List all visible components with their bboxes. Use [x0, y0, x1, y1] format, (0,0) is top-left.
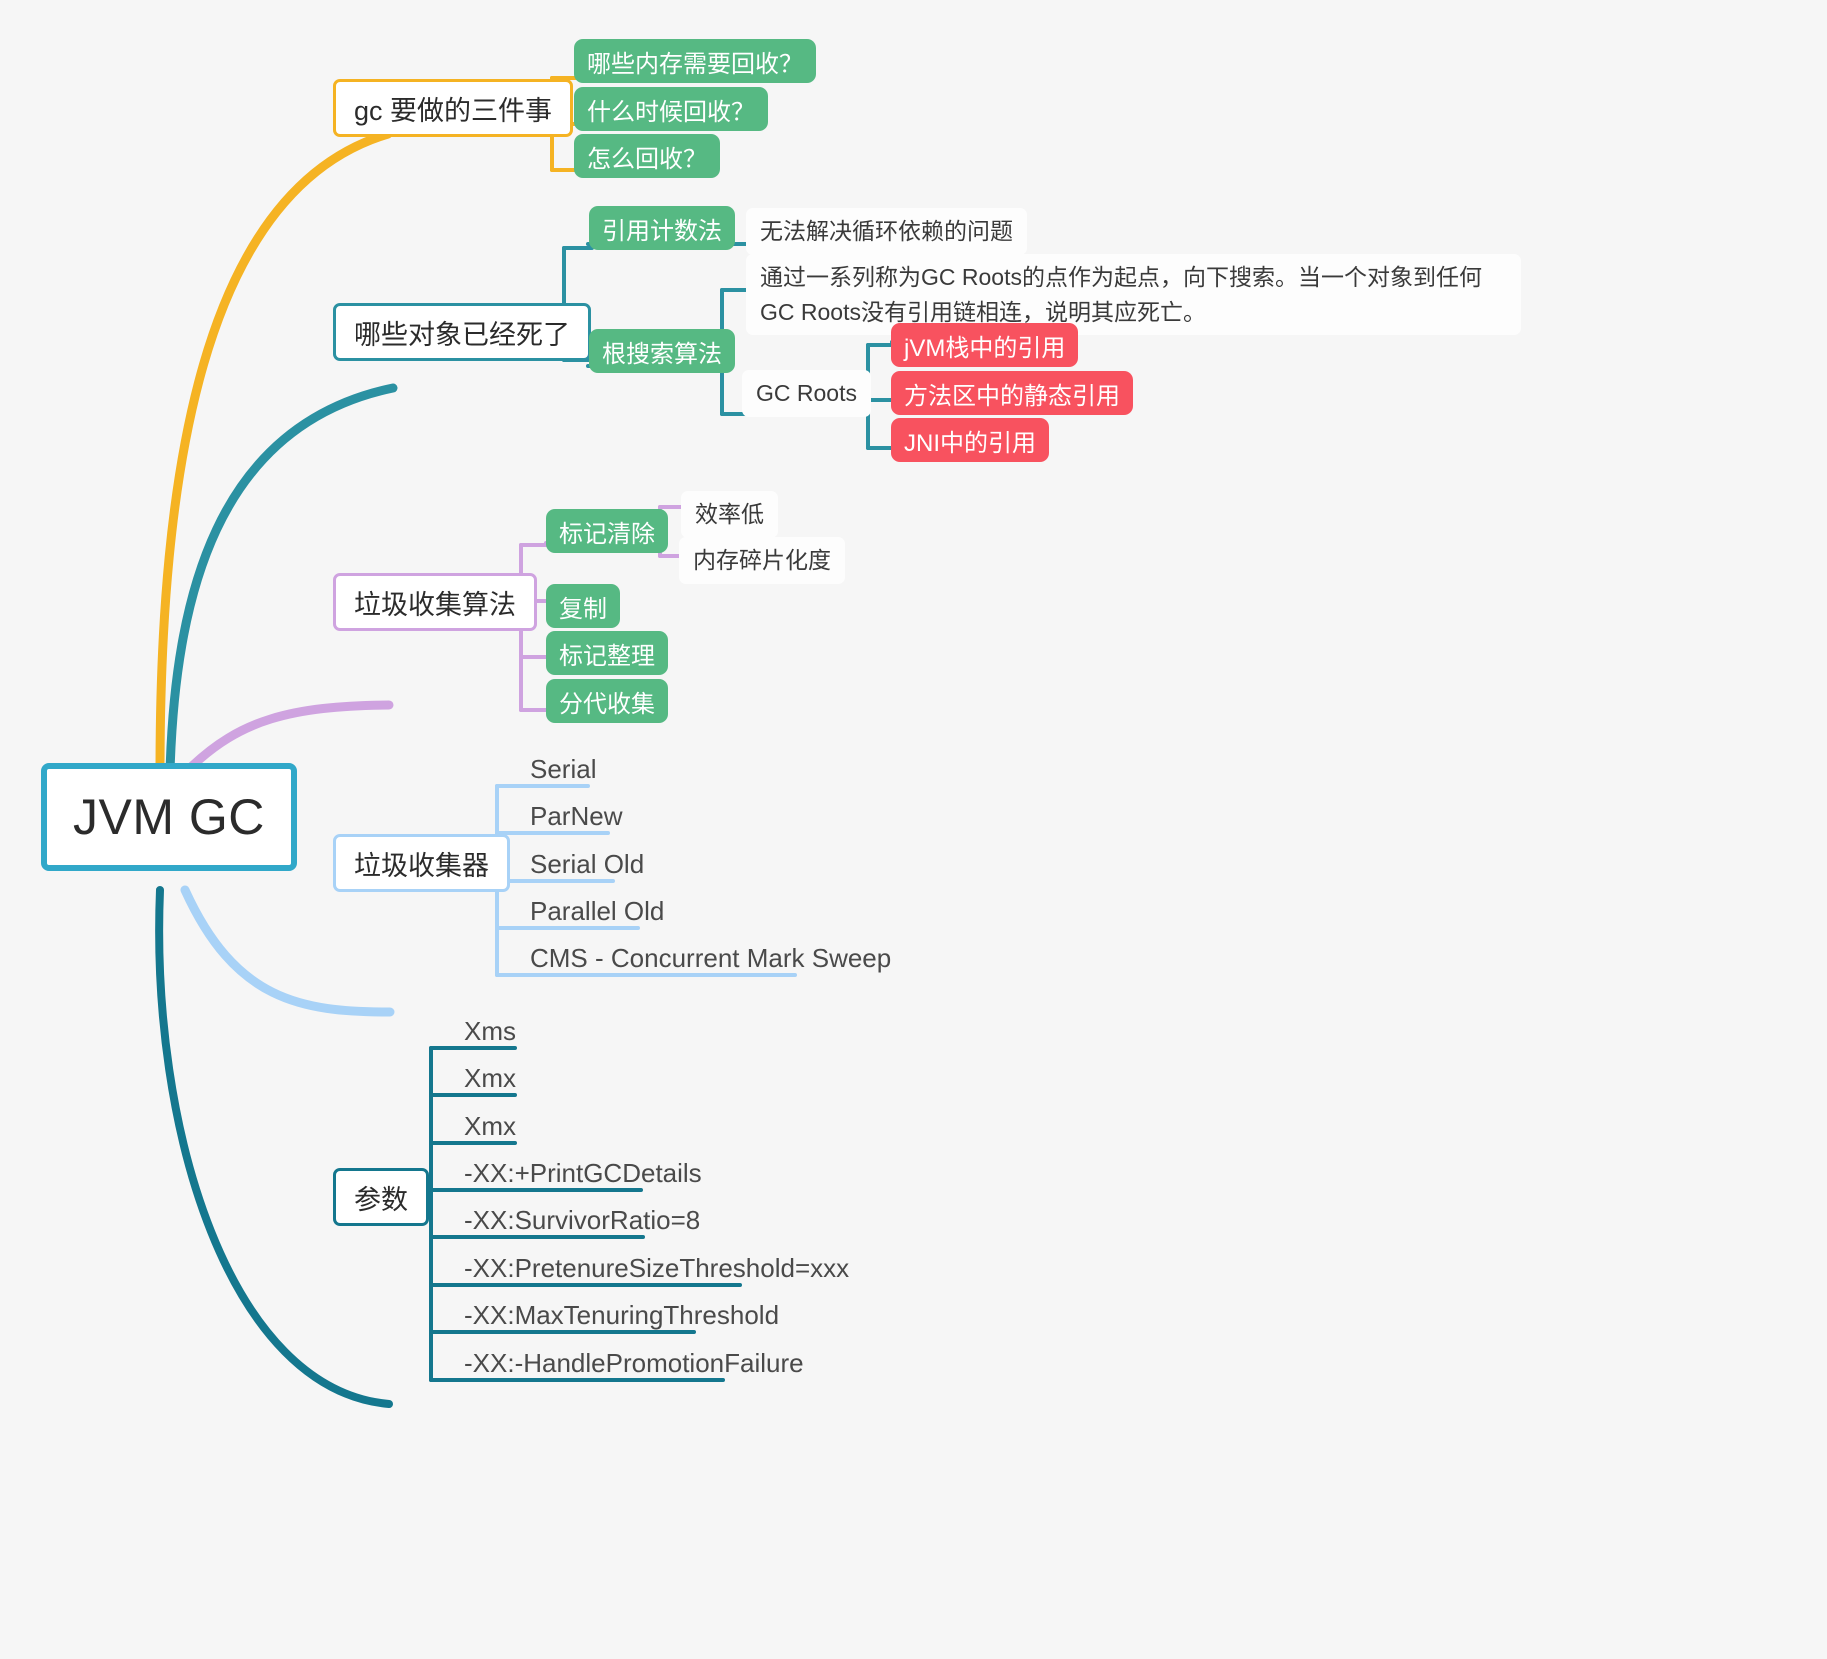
- link-root-to-parameters: [155, 886, 393, 1408]
- leaf-label: Serial Old: [530, 848, 645, 879]
- branch-node-gc-three-things[interactable]: gc 要做的三件事: [333, 79, 574, 137]
- branch-label: 参数: [354, 1184, 408, 1215]
- leaf-node-pretenure-size-threshold[interactable]: -XX:PretenureSizeThreshold=xxx: [458, 1248, 853, 1288]
- branch-label: 哪些对象已经死了: [354, 319, 570, 350]
- leaf-node-reference-counting[interactable]: 引用计数法: [589, 206, 735, 250]
- leaf-label: 什么时候回收？: [587, 98, 755, 126]
- leaf-node-jni-reference[interactable]: JNI中的引用: [891, 418, 1049, 462]
- leaf-node-jvm-stack-reference[interactable]: jVM栈中的引用: [891, 323, 1079, 367]
- leaf-label: 哪些内存需要回收？: [587, 50, 803, 78]
- leaf-node-survivor-ratio[interactable]: -XX:SurvivorRatio=8: [458, 1200, 704, 1240]
- leaf-label: 怎么回收？: [587, 145, 707, 173]
- leaf-node-which-memory[interactable]: 哪些内存需要回收？: [574, 39, 816, 83]
- leaf-label: 标记清除: [559, 520, 655, 548]
- leaf-label: 引用计数法: [602, 217, 722, 245]
- branch-node-which-objects-dead[interactable]: 哪些对象已经死了: [333, 303, 591, 361]
- root-node-label: JVM GC: [73, 789, 265, 845]
- note-label: 效率低: [695, 501, 764, 527]
- branch-label: 垃圾收集器: [354, 850, 489, 881]
- leaf-node-serial-old[interactable]: Serial Old: [524, 844, 648, 884]
- leaf-label: 根搜索算法: [602, 340, 722, 368]
- leaf-label: -XX:-HandlePromotionFailure: [464, 1347, 804, 1378]
- leaf-label: Xms: [464, 1015, 516, 1046]
- leaf-label: 分代收集: [559, 690, 655, 718]
- leaf-node-copying[interactable]: 复制: [546, 584, 620, 628]
- note-node-memory-fragmentation[interactable]: 内存碎片化度: [679, 537, 845, 584]
- root-node[interactable]: JVM GC: [41, 763, 297, 871]
- leaf-node-mark-sweep[interactable]: 标记清除: [546, 509, 668, 553]
- leaf-node-how-recycle[interactable]: 怎么回收？: [574, 134, 720, 178]
- leaf-node-xmx-2[interactable]: Xmx: [458, 1106, 520, 1146]
- leaf-label: Serial: [530, 753, 597, 784]
- branch-label: 垃圾收集算法: [354, 589, 516, 620]
- note-node-circular-dependency[interactable]: 无法解决循环依赖的问题: [746, 208, 1027, 255]
- leaf-label: ParNew: [530, 800, 623, 831]
- leaf-node-xmx-1[interactable]: Xmx: [458, 1058, 520, 1098]
- leaf-label: jVM栈中的引用: [904, 334, 1066, 362]
- leaf-label: JNI中的引用: [904, 429, 1036, 457]
- leaf-node-when-recycle[interactable]: 什么时候回收？: [574, 87, 768, 131]
- leaf-node-xms[interactable]: Xms: [458, 1011, 520, 1051]
- link-root-to-gc-algorithms: [185, 700, 394, 773]
- leaf-node-parnew[interactable]: ParNew: [524, 796, 626, 836]
- note-label: 无法解决循环依赖的问题: [760, 218, 1013, 244]
- leaf-label: -XX:MaxTenuringThreshold: [464, 1299, 780, 1330]
- node-gc-roots[interactable]: GC Roots: [742, 370, 871, 417]
- branch-node-gc-collectors[interactable]: 垃圾收集器: [333, 834, 510, 892]
- leaf-node-root-search[interactable]: 根搜索算法: [589, 329, 735, 373]
- note-label: 通过一系列称为GC Roots的点作为起点，向下搜索。当一个对象到任何GC Ro…: [760, 264, 1482, 325]
- note-node-gc-roots-description[interactable]: 通过一系列称为GC Roots的点作为起点，向下搜索。当一个对象到任何GC Ro…: [746, 254, 1521, 335]
- leaf-node-method-area-static-reference[interactable]: 方法区中的静态引用: [891, 371, 1133, 415]
- leaf-node-generational[interactable]: 分代收集: [546, 679, 668, 723]
- leaf-node-mark-compact[interactable]: 标记整理: [546, 631, 668, 675]
- leaf-label: 标记整理: [559, 642, 655, 670]
- leaf-label: 方法区中的静态引用: [904, 382, 1120, 410]
- link-root-to-gc-collectors: [180, 885, 395, 1017]
- leaf-label: -XX:PretenureSizeThreshold=xxx: [464, 1252, 850, 1283]
- branch-node-gc-algorithms[interactable]: 垃圾收集算法: [333, 573, 537, 631]
- leaf-label: CMS - Concurrent Mark Sweep: [530, 942, 892, 973]
- leaf-node-handle-promotion-failure[interactable]: -XX:-HandlePromotionFailure: [458, 1343, 808, 1383]
- branch-node-parameters[interactable]: 参数: [333, 1168, 429, 1226]
- note-node-low-efficiency[interactable]: 效率低: [681, 491, 778, 538]
- leaf-label: -XX:SurvivorRatio=8: [464, 1204, 701, 1235]
- leaf-node-print-gc-details[interactable]: -XX:+PrintGCDetails: [458, 1153, 706, 1193]
- node-label: GC Roots: [756, 380, 857, 406]
- leaf-label: Xmx: [464, 1062, 516, 1093]
- leaf-node-max-tenuring-threshold[interactable]: -XX:MaxTenuringThreshold: [458, 1295, 783, 1335]
- leaf-node-parallel-old[interactable]: Parallel Old: [524, 891, 668, 931]
- link-root-to-gc-three-things: [155, 129, 393, 777]
- leaf-node-serial[interactable]: Serial: [524, 749, 600, 789]
- leaf-label: Xmx: [464, 1110, 516, 1141]
- leaf-label: -XX:+PrintGCDetails: [464, 1157, 702, 1188]
- note-label: 内存碎片化度: [693, 547, 831, 573]
- branch-label: gc 要做的三件事: [354, 95, 553, 126]
- leaf-node-cms[interactable]: CMS - Concurrent Mark Sweep: [524, 938, 895, 978]
- leaf-label: Parallel Old: [530, 895, 665, 926]
- leaf-label: 复制: [559, 595, 607, 623]
- mindmap-canvas: JVM GC gc 要做的三件事 哪些内存需要回收？ 什么时候回收？ 怎么回收？…: [0, 0, 1827, 1659]
